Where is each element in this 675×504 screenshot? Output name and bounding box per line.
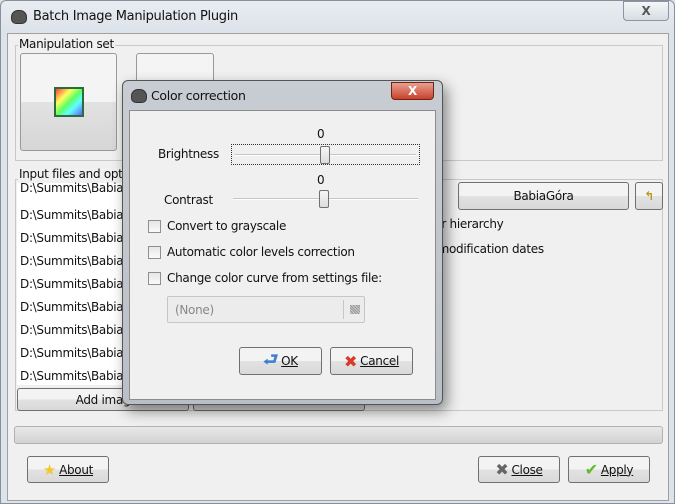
- brightness-value: 0: [317, 127, 325, 141]
- folder-icon: [350, 305, 360, 314]
- input-files-label: Input files and optio: [18, 167, 134, 181]
- grayscale-checkbox[interactable]: [148, 220, 161, 233]
- color-palette-icon: [54, 87, 84, 117]
- file-item[interactable]: D:\Summits\BabiaG: [20, 208, 133, 222]
- file-item[interactable]: D:\Summits\BabiaG: [20, 323, 133, 337]
- dialog-client: 0 Brightness 0 Contrast Convert to grays…: [129, 110, 436, 400]
- dialog-title: Color correction: [151, 88, 246, 103]
- brightness-thumb[interactable]: [320, 146, 330, 164]
- contrast-label: Contrast: [164, 193, 213, 207]
- output-folder-value: BabiaGóra: [513, 189, 574, 203]
- ok-arrow-icon: ⮐: [263, 349, 279, 370]
- manipulation-set-label: Manipulation set: [18, 37, 115, 51]
- window-title: Batch Image Manipulation Plugin: [33, 9, 238, 24]
- contrast-slider[interactable]: [233, 189, 418, 210]
- cancel-x-icon: ✖: [344, 351, 358, 371]
- ok-label: OK: [281, 354, 298, 368]
- folder-up-button[interactable]: ↰: [635, 182, 663, 210]
- apply-button[interactable]: ✔ Apply: [568, 456, 650, 483]
- contrast-value: 0: [317, 173, 325, 187]
- cancel-button[interactable]: ✖ Cancel: [330, 347, 413, 375]
- arrow-back-icon: ↰: [644, 189, 654, 203]
- cancel-label: Cancel: [360, 354, 399, 368]
- divider: [343, 300, 344, 319]
- brightness-slider[interactable]: [231, 144, 420, 165]
- about-label: About: [59, 462, 94, 477]
- keep-dates-label[interactable]: e modification dates: [427, 242, 544, 256]
- file-item[interactable]: D:\Summits\BabiaG: [20, 369, 133, 383]
- grayscale-label[interactable]: Convert to grayscale: [167, 219, 286, 233]
- apply-label: Apply: [600, 462, 634, 477]
- star-icon: ★: [42, 460, 57, 479]
- about-button[interactable]: ★ About: [27, 456, 109, 483]
- curve-file-chooser[interactable]: (None): [167, 296, 365, 323]
- gimp-icon: [131, 89, 147, 103]
- close-label: Close: [511, 462, 543, 477]
- window-close-button[interactable]: X: [623, 1, 669, 21]
- file-item[interactable]: D:\Summits\BabiaG: [20, 181, 133, 195]
- file-item[interactable]: D:\Summits\BabiaG: [20, 231, 133, 245]
- file-item[interactable]: D:\Summits\BabiaG: [20, 254, 133, 268]
- check-icon: ✔: [584, 460, 598, 479]
- file-item[interactable]: D:\Summits\BabiaG: [20, 346, 133, 360]
- curve-checkbox[interactable]: [148, 272, 161, 285]
- file-item[interactable]: D:\Summits\BabiaG: [20, 277, 133, 291]
- progress-bar: [14, 426, 663, 444]
- curve-file-value: (None): [175, 303, 214, 317]
- contrast-thumb[interactable]: [319, 190, 329, 208]
- color-correction-dialog: Color correction X 0 Brightness 0 Contra…: [122, 80, 443, 405]
- dialog-close-button[interactable]: X: [391, 82, 434, 100]
- curve-label[interactable]: Change color curve from settings file:: [167, 271, 382, 285]
- levels-label[interactable]: Automatic color levels correction: [167, 245, 355, 259]
- brightness-label: Brightness: [158, 147, 219, 161]
- levels-checkbox[interactable]: [148, 246, 161, 259]
- manipulation-color-correction-tile[interactable]: [20, 53, 117, 151]
- close-button[interactable]: ✖ Close: [478, 456, 560, 483]
- close-x-icon: ✖: [495, 460, 509, 479]
- file-item[interactable]: D:\Summits\BabiaG: [20, 300, 133, 314]
- ok-button[interactable]: ⮐ OK: [239, 347, 322, 375]
- gimp-icon: [11, 10, 27, 24]
- output-folder-button[interactable]: BabiaGóra: [458, 182, 629, 210]
